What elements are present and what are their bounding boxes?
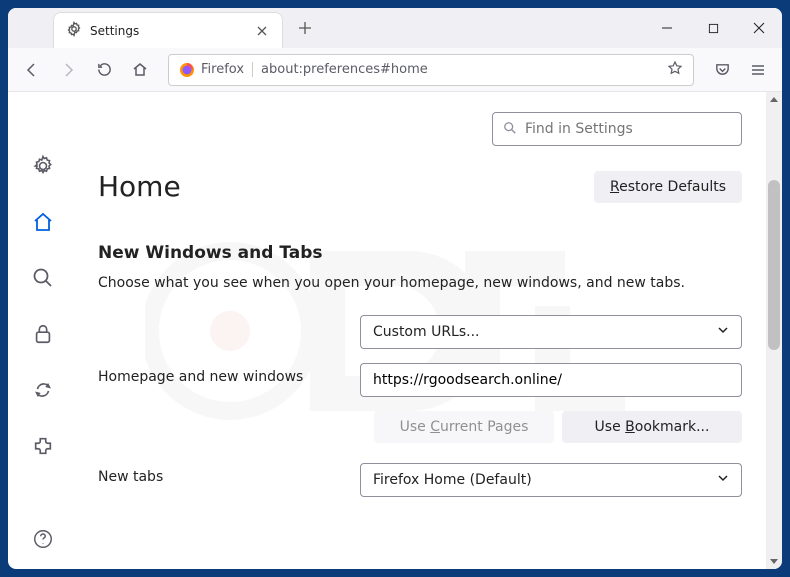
forward-button xyxy=(52,54,84,86)
hamburger-menu-button[interactable] xyxy=(742,54,774,86)
titlebar: Settings xyxy=(8,8,782,48)
reload-button[interactable] xyxy=(88,54,120,86)
browser-tab[interactable]: Settings xyxy=(53,12,283,48)
sidebar-help[interactable] xyxy=(29,525,57,553)
identity-label: Firefox xyxy=(201,62,253,77)
settings-main: Home Restore Defaults New Windows and Ta… xyxy=(78,92,782,569)
home-button[interactable] xyxy=(124,54,156,86)
urlbar[interactable]: Firefox about:preferences#home xyxy=(168,54,694,86)
newtabs-label: New tabs xyxy=(98,463,348,485)
sidebar-general[interactable] xyxy=(29,152,57,180)
minimize-button[interactable] xyxy=(644,8,690,48)
sidebar-sync[interactable] xyxy=(29,376,57,404)
homepage-url-input[interactable] xyxy=(360,363,742,397)
window-controls xyxy=(644,8,782,48)
gear-icon xyxy=(66,21,82,41)
homepage-label: Homepage and new windows xyxy=(98,363,348,385)
close-window-button[interactable] xyxy=(736,8,782,48)
new-tab-button[interactable] xyxy=(291,14,319,42)
url-text: about:preferences#home xyxy=(261,62,428,77)
tab-title: Settings xyxy=(90,24,246,38)
page-title: Home xyxy=(98,170,181,203)
content-area: Home Restore Defaults New Windows and Ta… xyxy=(8,92,782,569)
use-current-pages-button: Use Current Pages xyxy=(374,411,554,443)
close-tab-button[interactable] xyxy=(254,23,270,39)
back-button[interactable] xyxy=(16,54,48,86)
sidebar-extensions[interactable] xyxy=(29,432,57,460)
newtabs-dropdown[interactable]: Firefox Home (Default) xyxy=(360,463,742,497)
homepage-mode-dropdown[interactable]: Custom URLs... xyxy=(360,315,742,349)
section-desc: Choose what you see when you open your h… xyxy=(98,275,742,291)
identity-box[interactable]: Firefox xyxy=(179,62,253,78)
find-in-settings[interactable] xyxy=(492,112,742,146)
section-title: New Windows and Tabs xyxy=(98,243,742,263)
firefox-logo-icon xyxy=(179,62,195,78)
chevron-down-icon xyxy=(717,472,729,488)
browser-window: Settings Firefox about:preferences#home xyxy=(8,8,782,569)
sidebar-search[interactable] xyxy=(29,264,57,292)
search-input[interactable] xyxy=(525,121,731,137)
dropdown-label: Firefox Home (Default) xyxy=(373,472,532,488)
dropdown-label: Custom URLs... xyxy=(373,324,480,340)
search-icon xyxy=(503,120,517,139)
chevron-down-icon xyxy=(717,324,729,340)
sidebar-home[interactable] xyxy=(29,208,57,236)
pocket-button[interactable] xyxy=(706,54,738,86)
navigation-toolbar: Firefox about:preferences#home xyxy=(8,48,782,92)
use-bookmark-button[interactable]: Use Bookmark... xyxy=(562,411,742,443)
restore-defaults-button[interactable]: Restore Defaults xyxy=(594,171,742,203)
maximize-button[interactable] xyxy=(690,8,736,48)
bookmark-star-icon[interactable] xyxy=(667,60,683,80)
sidebar-privacy[interactable] xyxy=(29,320,57,348)
settings-sidebar xyxy=(8,92,78,569)
